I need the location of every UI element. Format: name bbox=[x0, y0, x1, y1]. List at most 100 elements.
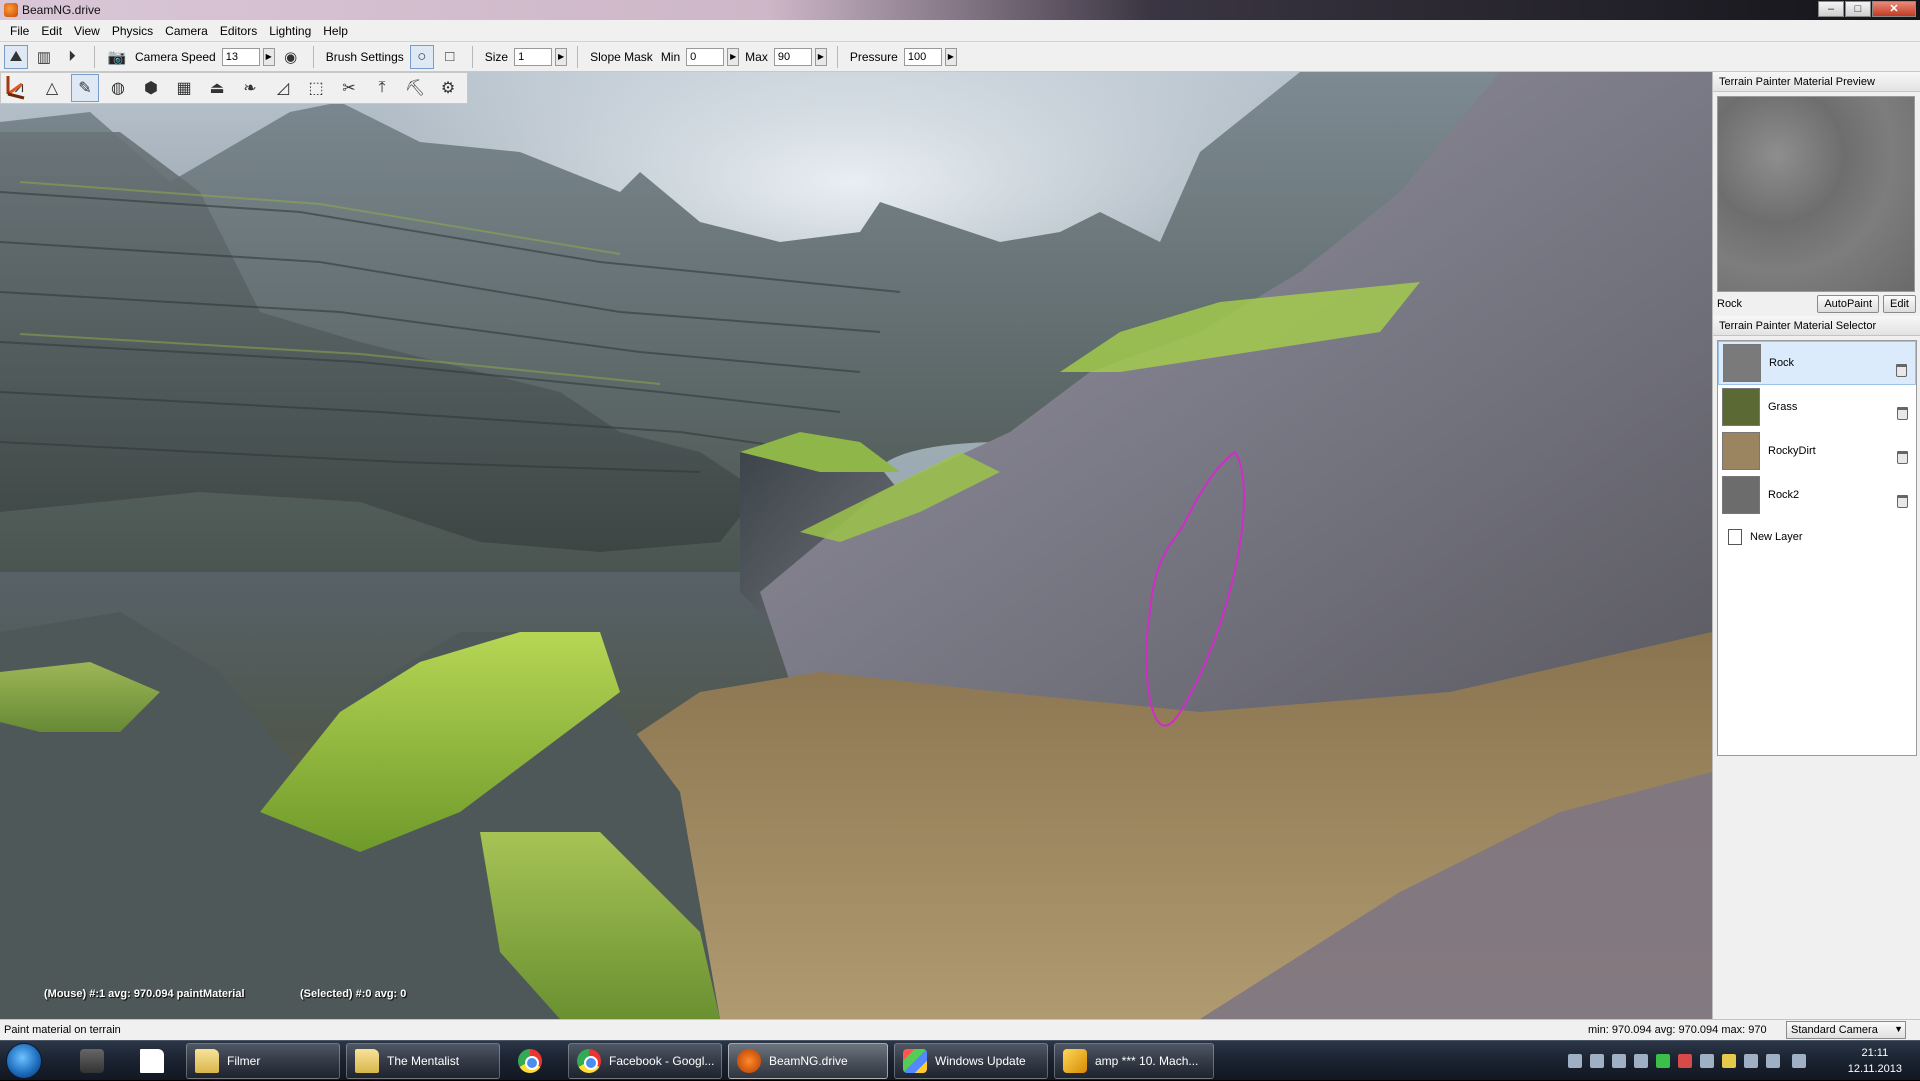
title-bar: BeamNG.drive – □ ✕ bbox=[0, 0, 1920, 20]
erode-icon[interactable]: ❧ bbox=[236, 74, 264, 102]
set-height-icon[interactable]: ⤒ bbox=[368, 74, 396, 102]
camera-speed-arrow[interactable]: ▶ bbox=[262, 47, 275, 66]
camera-speed-label: Camera Speed bbox=[135, 49, 216, 64]
clear-icon[interactable]: ✂ bbox=[335, 74, 363, 102]
taskbar-pinned-chrome[interactable] bbox=[510, 1043, 560, 1079]
paint-material-icon[interactable]: ✎ bbox=[71, 74, 99, 102]
edit-button[interactable]: Edit bbox=[1883, 295, 1916, 313]
menu-view[interactable]: View bbox=[68, 24, 106, 38]
taskbar-app-beamng[interactable]: BeamNG.drive bbox=[728, 1043, 888, 1079]
material-panel: Terrain Painter Material Preview Rock Au… bbox=[1712, 72, 1920, 1019]
material-preview-image bbox=[1717, 96, 1915, 292]
new-layer-button[interactable]: New Layer bbox=[1718, 517, 1916, 557]
main-toolbar: ⛰ ▥ ⏵ 📷 Camera Speed 13 ▶ ◉ Brush Settin… bbox=[0, 42, 1920, 72]
system-tray: 21:11 12.11.2013 bbox=[1560, 1041, 1920, 1081]
network-icon[interactable] bbox=[1744, 1054, 1758, 1068]
material-swatch bbox=[1722, 388, 1760, 426]
slope-min-arrow[interactable]: ▶ bbox=[727, 47, 740, 66]
menu-camera[interactable]: Camera bbox=[159, 24, 214, 38]
3d-viewport[interactable]: ⩘ △ ✎ ◍ ⬢ ▦ ⏏ ❧ ◿ ⬚ ✂ ⤒ ⛏ ⚙ (Mouse) #:1 … bbox=[0, 72, 1712, 1019]
smooth-icon[interactable]: ⬢ bbox=[137, 74, 165, 102]
menu-physics[interactable]: Physics bbox=[106, 24, 159, 38]
size-arrow[interactable]: ▶ bbox=[555, 47, 568, 66]
tray-icon[interactable] bbox=[1590, 1054, 1604, 1068]
start-button[interactable] bbox=[6, 1043, 42, 1079]
maximize-button[interactable]: □ bbox=[1845, 1, 1871, 17]
camera-speed-input[interactable]: 13 bbox=[221, 47, 260, 66]
menu-editors[interactable]: Editors bbox=[214, 24, 263, 38]
visibility-eye-icon[interactable]: ◉ bbox=[279, 45, 303, 69]
material-item-rock2[interactable]: Rock2 bbox=[1718, 473, 1916, 517]
pressure-input[interactable]: 100 bbox=[903, 47, 942, 66]
trash-icon[interactable] bbox=[1897, 451, 1908, 464]
tray-icon[interactable] bbox=[1568, 1054, 1582, 1068]
tray-icon[interactable] bbox=[1656, 1054, 1670, 1068]
beamng-icon bbox=[737, 1049, 761, 1073]
taskbar-app-amp[interactable]: amp *** 10. Mach... bbox=[1054, 1043, 1214, 1079]
trash-icon[interactable] bbox=[1897, 495, 1908, 508]
material-name: RockyDirt bbox=[1768, 445, 1816, 457]
folder-icon bbox=[355, 1049, 379, 1073]
pressure-arrow[interactable]: ▶ bbox=[944, 47, 957, 66]
taskbar-app-label: Windows Update bbox=[935, 1054, 1026, 1068]
terrain-editor-icon[interactable]: ⛰ bbox=[4, 44, 28, 69]
material-name: Rock2 bbox=[1768, 489, 1800, 501]
material-item-rock[interactable]: Rock bbox=[1718, 341, 1916, 385]
tray-icon[interactable] bbox=[1722, 1054, 1736, 1068]
taskbar-pinned-drive[interactable] bbox=[72, 1043, 116, 1079]
material-item-rockydirt[interactable]: RockyDirt bbox=[1718, 429, 1916, 473]
lower-height-icon[interactable]: △ bbox=[38, 74, 66, 102]
taskbar-app-the-mentalist[interactable]: The Mentalist bbox=[346, 1043, 500, 1079]
trash-icon[interactable] bbox=[1897, 407, 1908, 420]
settings-icon[interactable]: ⚙ bbox=[434, 74, 462, 102]
close-button[interactable]: ✕ bbox=[1872, 1, 1916, 17]
max-label: Max bbox=[745, 49, 768, 64]
camera-icon[interactable]: 📷 bbox=[105, 45, 129, 69]
tray-icon[interactable] bbox=[1634, 1054, 1648, 1068]
menu-file[interactable]: File bbox=[4, 24, 35, 38]
terrain-scene bbox=[0, 72, 1712, 1019]
circle-brush-icon[interactable]: ○ bbox=[409, 44, 434, 69]
slope-mask-label: Slope Mask bbox=[590, 49, 653, 64]
taskbar-app-label: amp *** 10. Mach... bbox=[1095, 1054, 1199, 1068]
taskbar-app-filmer[interactable]: Filmer bbox=[186, 1043, 340, 1079]
flag-icon[interactable] bbox=[1792, 1054, 1806, 1068]
menu-help[interactable]: Help bbox=[317, 24, 354, 38]
volume-icon[interactable] bbox=[1766, 1054, 1780, 1068]
taskbar-app-windows-update[interactable]: Windows Update bbox=[894, 1043, 1048, 1079]
taskbar-pinned-document[interactable] bbox=[132, 1043, 176, 1079]
min-label: Min bbox=[660, 49, 681, 64]
camera-mode-select[interactable]: Standard Camera ▼ bbox=[1786, 1021, 1906, 1039]
layout-icon[interactable]: ▥ bbox=[32, 45, 56, 69]
autopaint-button[interactable]: AutoPaint bbox=[1817, 295, 1880, 313]
material-item-grass[interactable]: Grass bbox=[1718, 385, 1916, 429]
toolbar-separator bbox=[471, 45, 473, 68]
flatten-icon[interactable]: ⏏ bbox=[203, 74, 231, 102]
play-icon[interactable]: ⏵ bbox=[60, 45, 84, 69]
noise-icon[interactable]: ▦ bbox=[170, 74, 198, 102]
beamng-app-icon bbox=[4, 3, 18, 17]
slope-min-input[interactable]: 0 bbox=[686, 47, 725, 66]
square-brush-icon[interactable]: □ bbox=[438, 45, 462, 69]
preview-material-name: Rock bbox=[1717, 298, 1743, 310]
axis-gizmo-icon bbox=[6, 76, 25, 100]
slope-icon[interactable]: ◿ bbox=[269, 74, 297, 102]
size-input[interactable]: 1 bbox=[514, 47, 553, 66]
status-message: Paint material on terrain bbox=[4, 1024, 121, 1036]
trash-icon[interactable] bbox=[1896, 364, 1907, 377]
menu-edit[interactable]: Edit bbox=[35, 24, 68, 38]
slope-max-arrow[interactable]: ▶ bbox=[814, 47, 827, 66]
slope-max-input[interactable]: 90 bbox=[773, 47, 812, 66]
amp-icon bbox=[1063, 1049, 1087, 1073]
mask-icon[interactable]: ⛏ bbox=[401, 74, 429, 102]
taskbar-app-facebook[interactable]: Facebook - Googl... bbox=[568, 1043, 722, 1079]
tray-icon[interactable] bbox=[1612, 1054, 1626, 1068]
select-icon[interactable]: ⬚ bbox=[302, 74, 330, 102]
taskbar-app-label: The Mentalist bbox=[387, 1054, 460, 1068]
clock[interactable]: 21:11 12.11.2013 bbox=[1848, 1045, 1902, 1077]
tray-icon[interactable] bbox=[1700, 1054, 1714, 1068]
globe-icon[interactable]: ◍ bbox=[104, 74, 132, 102]
minimize-button[interactable]: – bbox=[1818, 1, 1844, 17]
tray-icon[interactable] bbox=[1678, 1054, 1692, 1068]
menu-lighting[interactable]: Lighting bbox=[263, 24, 317, 38]
